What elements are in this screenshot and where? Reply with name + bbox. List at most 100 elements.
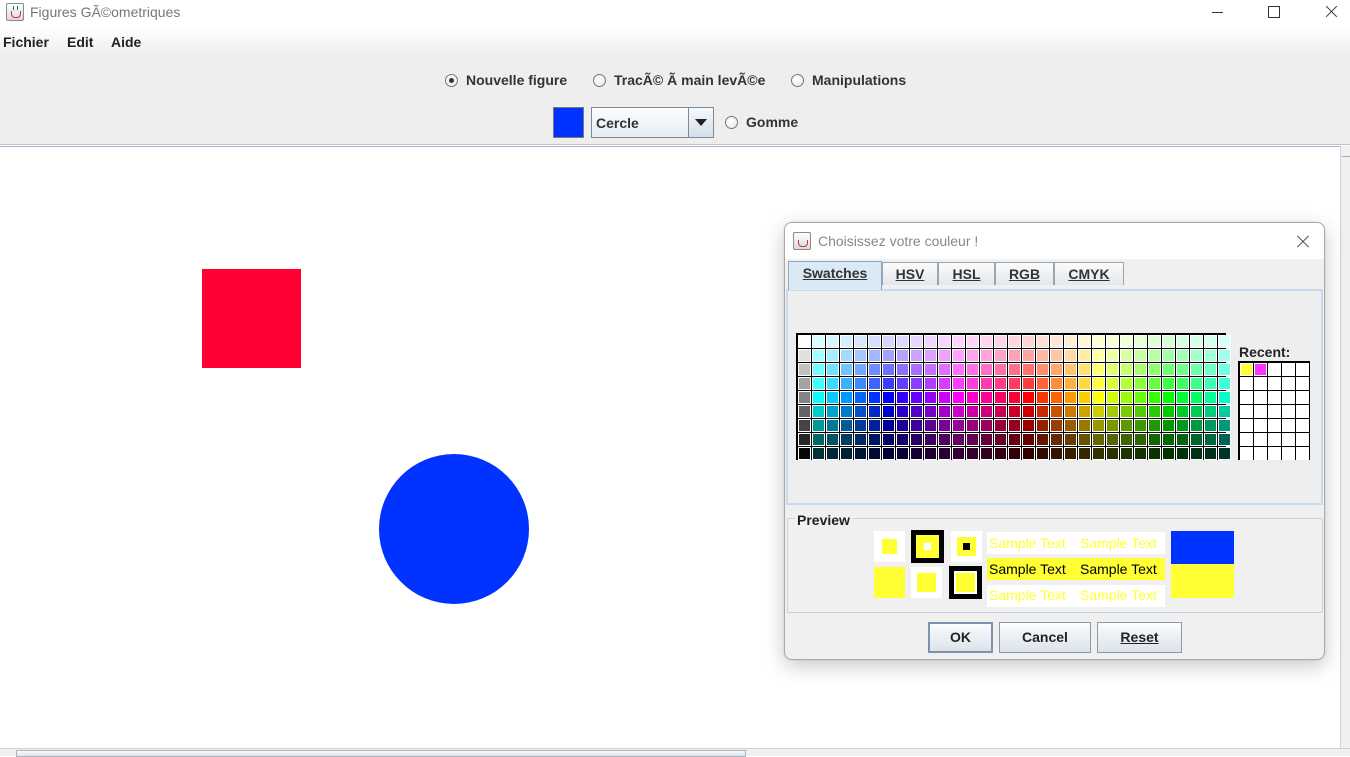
color-swatch-cell[interactable]: [910, 335, 923, 348]
tab-cmyk[interactable]: CMYK: [1054, 262, 1124, 285]
color-swatch-cell[interactable]: [980, 349, 993, 362]
tab-hsv[interactable]: HSV: [882, 262, 938, 285]
color-swatch-cell[interactable]: [1218, 405, 1231, 418]
color-swatch-cell[interactable]: [1036, 391, 1049, 404]
color-swatch-cell[interactable]: [1218, 363, 1231, 376]
color-swatch-cell[interactable]: [952, 335, 965, 348]
recent-swatch-grid[interactable]: [1238, 361, 1310, 460]
color-swatch-cell[interactable]: [1078, 405, 1091, 418]
color-swatch-cell[interactable]: [910, 391, 923, 404]
color-swatch-cell[interactable]: [924, 377, 937, 390]
recent-swatch-cell[interactable]: [1254, 419, 1267, 432]
color-swatch-cell[interactable]: [1078, 335, 1091, 348]
color-swatch-cell[interactable]: [1190, 391, 1203, 404]
recent-swatch-cell[interactable]: [1296, 377, 1309, 390]
color-swatch-cell[interactable]: [1064, 447, 1077, 460]
color-swatch-cell[interactable]: [1064, 335, 1077, 348]
color-swatch-cell[interactable]: [994, 391, 1007, 404]
color-swatch-cell[interactable]: [840, 363, 853, 376]
color-swatch-cell[interactable]: [1036, 349, 1049, 362]
color-swatch-cell[interactable]: [1078, 419, 1091, 432]
recent-swatch-cell[interactable]: [1254, 377, 1267, 390]
color-swatch-cell[interactable]: [952, 377, 965, 390]
color-swatch-cell[interactable]: [1204, 363, 1217, 376]
menu-edit[interactable]: Edit: [67, 34, 93, 50]
color-swatch-cell[interactable]: [882, 391, 895, 404]
color-swatch-cell[interactable]: [1092, 419, 1105, 432]
color-swatch-cell[interactable]: [798, 391, 811, 404]
color-swatch-cell[interactable]: [1176, 419, 1189, 432]
recent-swatch-cell[interactable]: [1296, 391, 1309, 404]
color-swatch-cell[interactable]: [924, 419, 937, 432]
recent-swatch-cell[interactable]: [1268, 447, 1281, 460]
color-swatch-cell[interactable]: [924, 405, 937, 418]
vertical-scrollbar[interactable]: [1340, 146, 1350, 748]
color-swatch-cell[interactable]: [1120, 377, 1133, 390]
color-swatch-cell[interactable]: [1050, 447, 1063, 460]
color-swatch-cell[interactable]: [854, 405, 867, 418]
color-swatch-cell[interactable]: [1218, 447, 1231, 460]
color-swatch-cell[interactable]: [966, 349, 979, 362]
color-swatch-cell[interactable]: [840, 405, 853, 418]
color-swatch-cell[interactable]: [1176, 349, 1189, 362]
color-swatch-cell[interactable]: [1120, 391, 1133, 404]
color-swatch-cell[interactable]: [1022, 363, 1035, 376]
color-swatch-cell[interactable]: [1204, 349, 1217, 362]
color-swatch-cell[interactable]: [896, 447, 909, 460]
color-swatch-cell[interactable]: [1120, 419, 1133, 432]
color-swatch-cell[interactable]: [840, 377, 853, 390]
close-window-button[interactable]: [1308, 0, 1350, 26]
color-swatch-cell[interactable]: [938, 447, 951, 460]
color-swatch-cell[interactable]: [1092, 447, 1105, 460]
color-swatch-cell[interactable]: [1190, 377, 1203, 390]
color-swatch-cell[interactable]: [1036, 335, 1049, 348]
color-swatch-cell[interactable]: [980, 433, 993, 446]
color-swatch-cell[interactable]: [840, 433, 853, 446]
color-swatch-cell[interactable]: [868, 363, 881, 376]
recent-swatch-cell[interactable]: [1240, 433, 1253, 446]
color-swatch-cell[interactable]: [994, 405, 1007, 418]
color-swatch-cell[interactable]: [966, 335, 979, 348]
color-swatch-cell[interactable]: [1092, 433, 1105, 446]
color-swatch-cell[interactable]: [1204, 377, 1217, 390]
color-swatch-cell[interactable]: [840, 419, 853, 432]
color-swatch-cell[interactable]: [994, 419, 1007, 432]
color-swatch-cell[interactable]: [882, 363, 895, 376]
minimize-button[interactable]: [1194, 0, 1240, 26]
color-swatch-cell[interactable]: [1120, 349, 1133, 362]
color-swatch-cell[interactable]: [896, 405, 909, 418]
recent-swatch-cell[interactable]: [1268, 433, 1281, 446]
color-swatch-cell[interactable]: [1120, 363, 1133, 376]
recent-swatch-cell[interactable]: [1296, 405, 1309, 418]
recent-swatch-cell[interactable]: [1254, 433, 1267, 446]
color-swatch-cell[interactable]: [854, 447, 867, 460]
color-swatch-cell[interactable]: [1134, 391, 1147, 404]
color-swatch-cell[interactable]: [1176, 405, 1189, 418]
color-swatch-cell[interactable]: [1092, 335, 1105, 348]
color-swatch-cell[interactable]: [1162, 433, 1175, 446]
color-swatch-cell[interactable]: [812, 419, 825, 432]
shape-select[interactable]: Cercle: [591, 107, 714, 138]
color-swatch-cell[interactable]: [952, 363, 965, 376]
recent-swatch-cell[interactable]: [1296, 447, 1309, 460]
color-swatch-cell[interactable]: [896, 433, 909, 446]
color-swatch-cell[interactable]: [1148, 363, 1161, 376]
recent-swatch-cell[interactable]: [1254, 405, 1267, 418]
color-swatch-cell[interactable]: [1050, 363, 1063, 376]
color-swatch-cell[interactable]: [938, 391, 951, 404]
color-swatch-cell[interactable]: [1064, 377, 1077, 390]
color-swatch-cell[interactable]: [1148, 349, 1161, 362]
color-swatch-cell[interactable]: [924, 391, 937, 404]
color-swatch-cell[interactable]: [1134, 349, 1147, 362]
recent-swatch-cell[interactable]: [1254, 447, 1267, 460]
color-swatch-cell[interactable]: [1218, 335, 1231, 348]
color-swatch-cell[interactable]: [1106, 349, 1119, 362]
maximize-button[interactable]: [1250, 0, 1296, 26]
color-swatch-cell[interactable]: [1134, 363, 1147, 376]
color-swatch-cell[interactable]: [1176, 447, 1189, 460]
color-swatch-cell[interactable]: [966, 447, 979, 460]
color-swatch-cell[interactable]: [1050, 377, 1063, 390]
recent-swatch-cell[interactable]: [1254, 363, 1267, 376]
tab-rgb[interactable]: RGB: [995, 262, 1054, 285]
color-swatch-cell[interactable]: [798, 363, 811, 376]
